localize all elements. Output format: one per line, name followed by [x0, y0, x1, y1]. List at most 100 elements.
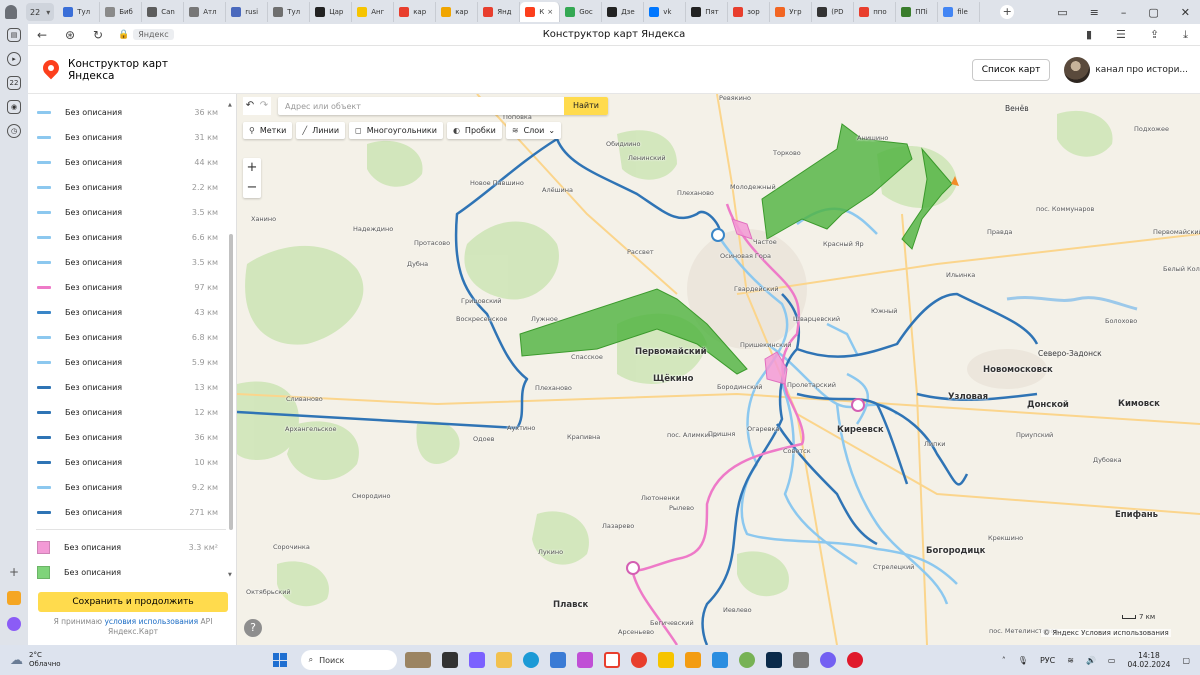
zoom-out-button[interactable]: − [243, 178, 261, 198]
browser-profile-icon[interactable] [0, 0, 22, 24]
viber-icon[interactable] [819, 652, 836, 668]
tab[interactable]: Сan [142, 2, 185, 22]
yandex-icon[interactable] [630, 652, 647, 668]
download-icon[interactable]: ⤓ [1183, 28, 1188, 42]
line-object-item[interactable]: Без описания 36 км [28, 425, 228, 450]
tab[interactable]: кар [394, 2, 437, 22]
line-object-item[interactable]: Без описания 10 км [28, 450, 228, 475]
back-icon[interactable]: ← [28, 28, 56, 42]
line-object-item[interactable]: Без описания 5.9 км [28, 350, 228, 375]
tab[interactable]: Анг [352, 2, 395, 22]
line-object-item[interactable]: Без описания 6.6 км [28, 225, 228, 250]
tool-lines[interactable]: ╱ Линии [296, 122, 346, 139]
tab[interactable]: Атл [184, 2, 227, 22]
tab-counter[interactable]: 22 ▾ [26, 3, 55, 21]
maximize-icon[interactable]: ▢ [1148, 6, 1158, 19]
line-object-item[interactable]: Без описания 31 км [28, 125, 228, 150]
lock-icon[interactable]: 🔒 [118, 30, 129, 40]
torrent-icon[interactable] [738, 652, 755, 668]
taskbar-search[interactable]: ⌕ Поиск [300, 650, 397, 670]
scrollbar-thumb[interactable] [229, 234, 233, 530]
chevron-up-icon[interactable]: ˄ [1002, 656, 1006, 665]
widget-app-icon[interactable] [404, 652, 431, 668]
help-button[interactable]: ? [244, 619, 262, 637]
undo-icon[interactable]: ↶ [243, 97, 257, 115]
terms-link[interactable]: условия использования [104, 617, 198, 626]
find-button[interactable]: Найти [564, 97, 608, 115]
mail-icon[interactable] [7, 591, 21, 605]
photoshop-icon[interactable] [765, 652, 782, 668]
play-icon[interactable]: ▸ [7, 52, 21, 66]
line-object-item[interactable]: Без описания 271 км [28, 500, 228, 525]
tab[interactable]: Янд [478, 2, 521, 22]
wifi-icon[interactable]: ≋ [1067, 656, 1074, 665]
task-view-icon[interactable] [441, 652, 458, 668]
speaker-icon[interactable]: 🔊 [1086, 656, 1096, 665]
new-tab-button[interactable]: + [1000, 5, 1015, 19]
tab-active[interactable]: К × [520, 2, 561, 22]
scroll-down-icon[interactable]: ▼ [228, 572, 232, 578]
save-and-continue-button[interactable]: Сохранить и продолжить [38, 592, 228, 612]
map-terms-link[interactable]: Условия использования [1081, 629, 1169, 637]
line-object-item[interactable]: Без описания 97 км [28, 275, 228, 300]
teams-icon[interactable] [468, 652, 485, 668]
clock[interactable]: 14:18 04.02.2024 [1127, 651, 1170, 669]
line-object-item[interactable]: Без описания 36 км [28, 100, 228, 125]
tab[interactable]: Тул [268, 2, 311, 22]
history-icon[interactable]: ◷ [7, 124, 21, 138]
tab[interactable]: vk [644, 2, 687, 22]
reader-icon[interactable]: ☰ [1116, 28, 1126, 42]
add-icon[interactable]: + [9, 565, 19, 579]
tab[interactable]: Дзе [602, 2, 645, 22]
line-object-item[interactable]: Без описания 6.8 км [28, 325, 228, 350]
folder-icon[interactable] [495, 652, 512, 668]
weather-widget[interactable]: ☁ 2°C Облачно [10, 651, 61, 669]
mail-ru-icon[interactable] [711, 652, 728, 668]
tab[interactable]: Цар [310, 2, 353, 22]
language-indicator[interactable]: РУС [1040, 656, 1055, 665]
tabs-menu-icon[interactable]: ▭ [1057, 6, 1067, 19]
tab[interactable]: зор [728, 2, 771, 22]
scrollbar[interactable]: ▲ ▼ [228, 102, 234, 578]
collections-icon[interactable]: ▤ [7, 28, 21, 42]
camera-icon[interactable]: ◉ [7, 100, 21, 114]
edge-icon[interactable] [522, 652, 539, 668]
alice-icon[interactable] [7, 617, 21, 631]
zoom-in-button[interactable]: + [243, 158, 261, 178]
settings-icon[interactable] [792, 652, 809, 668]
tab[interactable]: Пят [686, 2, 729, 22]
tool-layers[interactable]: ≋ Слои ⌄ [505, 122, 562, 139]
tab[interactable]: Тул [58, 2, 101, 22]
line-object-item[interactable]: Без описания 43 км [28, 300, 228, 325]
tab[interactable]: Биб [100, 2, 143, 22]
map-canvas[interactable]: Первомайский Щёкино Новомосковск Кимовск Дон… [237, 94, 1200, 645]
tab[interactable]: ппо [854, 2, 897, 22]
line-object-item[interactable]: Без описания 3.5 км [28, 250, 228, 275]
reload-icon[interactable]: ↻ [84, 28, 112, 42]
line-object-item[interactable]: Без описания 13 км [28, 375, 228, 400]
tab[interactable]: кар [436, 2, 479, 22]
microphone-icon[interactable]: 🎙 [1018, 656, 1028, 665]
store-icon[interactable] [549, 652, 566, 668]
list-maps-button[interactable]: Список карт [971, 58, 1051, 81]
app-icon[interactable] [576, 652, 593, 668]
mail-app-icon[interactable] [684, 652, 701, 668]
tab[interactable]: Goc [560, 2, 603, 22]
polygon-object-item[interactable]: Без описания [28, 560, 228, 585]
avatar[interactable] [1064, 56, 1091, 83]
yandex-maps-logo-icon[interactable] [39, 56, 63, 81]
polygon-object-item[interactable]: Без описания 3.3 км² [28, 535, 228, 560]
tab[interactable]: rusi [226, 2, 269, 22]
opera-icon[interactable] [846, 652, 863, 668]
close-tab-icon[interactable]: × [547, 8, 553, 16]
line-object-item[interactable]: Без описания 2.2 км [28, 175, 228, 200]
address-domain[interactable]: Яндекс [133, 29, 174, 40]
tab[interactable]: ППі [896, 2, 939, 22]
calendar-icon[interactable]: 22 [7, 76, 21, 90]
line-object-item[interactable]: Без описания 9.2 км [28, 475, 228, 500]
scroll-up-icon[interactable]: ▲ [228, 102, 232, 108]
address-search-input[interactable] [278, 97, 565, 115]
redo-icon[interactable]: ↷ [257, 97, 271, 115]
account-name[interactable]: канал про истори... [1095, 65, 1188, 75]
line-object-item[interactable]: Без описания 3.5 км [28, 200, 228, 225]
